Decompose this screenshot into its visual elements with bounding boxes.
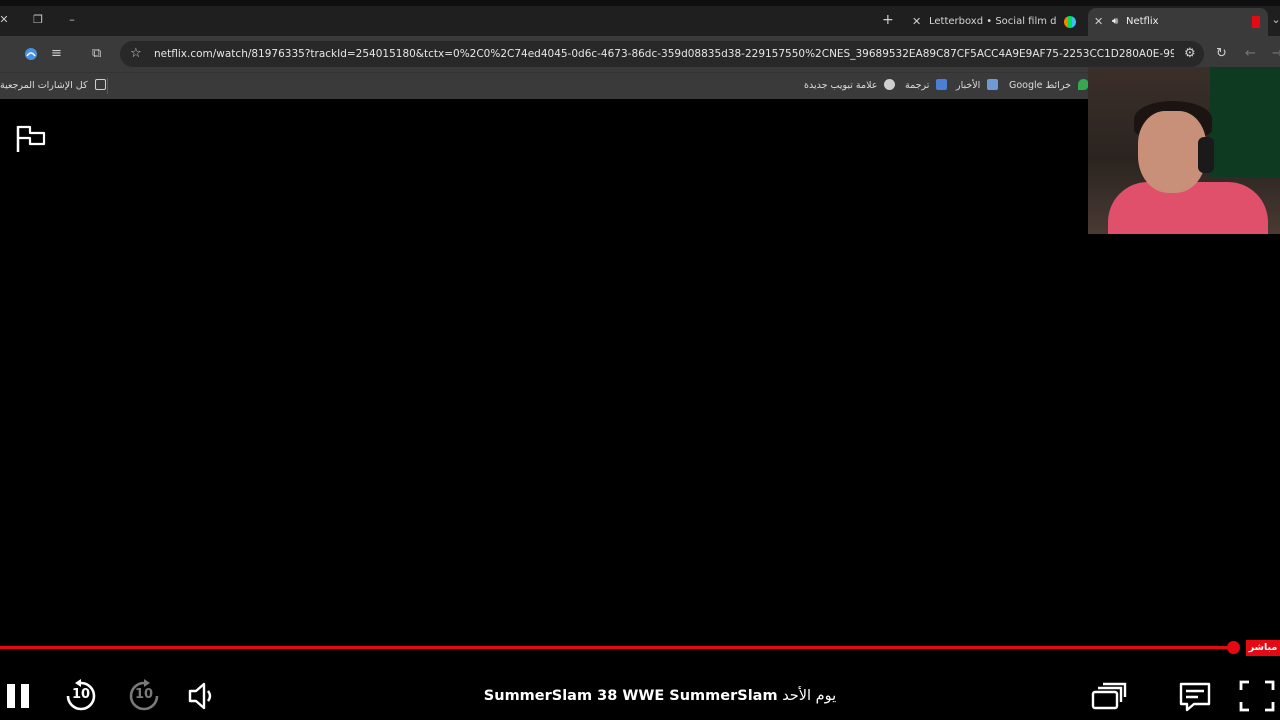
episodes-icon[interactable] <box>1090 678 1128 714</box>
rewind-10-button[interactable]: 10 <box>62 678 100 714</box>
live-badge: مباشر <box>1246 640 1280 656</box>
letterboxd-favicon-icon <box>1064 16 1076 28</box>
speaker-icon: 🔊︎ <box>1112 16 1119 27</box>
tab-netflix[interactable]: ✕ 🔊︎ Netflix <box>1088 8 1268 36</box>
bookmark-label: Google خرائط <box>1009 80 1071 91</box>
globe-icon <box>884 79 896 90</box>
episode-title: SummerSlam 38 WWE SummerSlam يوم الأحد <box>440 684 880 708</box>
progress-bar[interactable] <box>0 646 1233 649</box>
bookmark-translate[interactable]: ترجمة <box>905 77 948 95</box>
bookmark-label: ترجمة <box>905 80 930 91</box>
browser-tabstrip: ✕ ❐ – + ✕ Letterboxd • Social film disco… <box>0 0 1280 40</box>
episode-title-main: SummerSlam 38 WWE SummerSlam <box>483 688 778 704</box>
translate-icon <box>936 79 948 90</box>
bookmarks-divider <box>107 78 108 94</box>
close-tab-icon[interactable]: ✕ <box>912 8 921 36</box>
all-bookmarks-label: كل الإشارات المرجعية <box>0 80 88 91</box>
streamer-shirt <box>1108 182 1268 234</box>
bookmark-new-tab[interactable]: علامة تبويب جديدة <box>804 77 896 95</box>
site-settings-icon[interactable]: ⚙ <box>1184 46 1196 62</box>
bookmark-label: علامة تبويب جديدة <box>804 80 878 91</box>
bookmark-star-icon[interactable]: ☆ <box>130 46 142 62</box>
forward-seconds: 10 <box>134 687 154 702</box>
pause-icon[interactable] <box>4 678 32 714</box>
extension-icon[interactable] <box>24 47 38 66</box>
reading-list-icon[interactable]: ≡ <box>51 46 62 62</box>
window-frame <box>0 0 1280 6</box>
extensions-puzzle-icon[interactable]: ⧉ <box>92 46 101 62</box>
forward-10-button[interactable]: 10 <box>125 678 163 714</box>
headset-icon <box>1198 137 1214 173</box>
all-bookmarks-button[interactable]: كل الإشارات المرجعية <box>0 77 106 95</box>
restore-window-icon[interactable]: ❐ <box>30 12 46 28</box>
bookmarks-bar: كل الإشارات المرجعية علامة تبويب جديدة ت… <box>0 72 1089 99</box>
scrubber-handle[interactable] <box>1227 641 1240 654</box>
tab-title: Netflix <box>1126 16 1159 27</box>
close-tab-icon[interactable]: ✕ <box>1094 8 1103 36</box>
report-problem-flag-icon[interactable] <box>14 124 48 154</box>
streamer-face <box>1138 111 1206 193</box>
url-text[interactable]: netflix.com/watch/81976335?trackId=25401… <box>154 41 1174 67</box>
new-tab-plus-icon[interactable]: + <box>882 12 896 28</box>
folder-icon <box>94 79 106 90</box>
tab-search-icon[interactable]: ⌄ <box>1268 12 1280 28</box>
fullscreen-icon[interactable] <box>1238 678 1276 714</box>
bookmark-google-maps[interactable]: Google خرائط <box>1009 77 1089 95</box>
episode-title-day: يوم الأحد <box>782 688 837 704</box>
flag-backdrop <box>1210 67 1280 177</box>
minimize-window-icon[interactable]: – <box>64 12 80 28</box>
volume-icon[interactable] <box>186 678 216 714</box>
address-bar[interactable]: ☆ netflix.com/watch/81976335?trackId=254… <box>120 41 1204 67</box>
reload-icon[interactable]: ↻ <box>1216 46 1227 62</box>
news-icon <box>987 79 999 90</box>
back-arrow-icon[interactable]: ← <box>1245 46 1256 62</box>
forward-arrow-icon[interactable]: → <box>1272 46 1280 62</box>
netflix-favicon-icon <box>1252 16 1260 28</box>
subtitles-icon[interactable] <box>1178 678 1212 714</box>
rewind-seconds: 10 <box>71 687 91 702</box>
bookmark-label: الأخبار <box>956 80 981 91</box>
screen: ✕ ❐ – + ✕ Letterboxd • Social film disco… <box>0 0 1280 720</box>
tab-title: Letterboxd • Social film discove <box>929 16 1057 27</box>
tab-letterboxd[interactable]: ✕ Letterboxd • Social film discove <box>906 8 1086 36</box>
close-window-icon[interactable]: ✕ <box>0 12 12 28</box>
bookmark-news[interactable]: الأخبار <box>956 77 999 95</box>
webcam-overlay <box>1088 67 1280 234</box>
